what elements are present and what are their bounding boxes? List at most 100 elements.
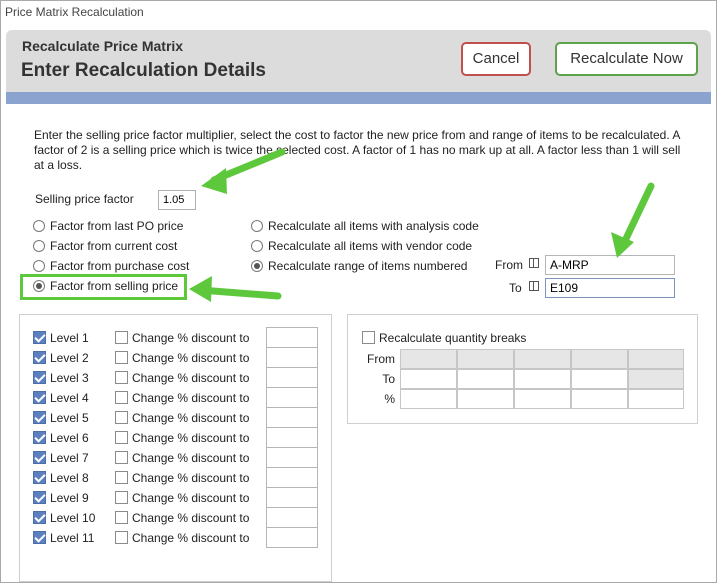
selling-price-factor-input[interactable] [158, 190, 196, 210]
range-option-radio[interactable] [251, 260, 263, 272]
level-checkbox[interactable] [33, 351, 46, 364]
cost-option-label[interactable]: Factor from last PO price [50, 219, 183, 233]
quantity-breaks-label: Recalculate quantity breaks [379, 331, 527, 345]
change-discount-checkbox[interactable] [115, 511, 128, 524]
discount-input[interactable] [266, 467, 318, 488]
cost-option-radio[interactable] [33, 240, 45, 252]
discount-input[interactable] [266, 527, 318, 548]
change-discount-label: Change % discount to [132, 451, 250, 465]
lookup-to-icon[interactable] [529, 281, 539, 291]
level-label: Level 2 [50, 351, 89, 365]
level-label: Level 3 [50, 371, 89, 385]
level-label: Level 6 [50, 431, 89, 445]
change-discount-checkbox[interactable] [115, 351, 128, 364]
level-checkbox[interactable] [33, 451, 46, 464]
change-discount-label: Change % discount to [132, 531, 250, 545]
to-label: To [509, 281, 522, 295]
level-checkbox[interactable] [33, 331, 46, 344]
level-label: Level 5 [50, 411, 89, 425]
level-checkbox[interactable] [33, 391, 46, 404]
change-discount-checkbox[interactable] [115, 491, 128, 504]
change-discount-checkbox[interactable] [115, 331, 128, 344]
level-label: Level 7 [50, 451, 89, 465]
discount-input[interactable] [266, 407, 318, 428]
range-option-label[interactable]: Recalculate range of items numbered [268, 259, 467, 273]
discount-input[interactable] [266, 347, 318, 368]
quantity-break-cell [628, 369, 684, 389]
cost-option-label[interactable]: Factor from current cost [50, 239, 177, 253]
discount-input[interactable] [266, 447, 318, 468]
cancel-button[interactable]: Cancel [461, 42, 531, 76]
change-discount-label: Change % discount to [132, 511, 250, 525]
quantity-break-cell [571, 349, 628, 369]
quantity-break-cell[interactable] [514, 369, 571, 389]
quantity-row-label: % [384, 392, 395, 406]
window-title: Price Matrix Recalculation [5, 5, 144, 19]
level-checkbox[interactable] [33, 411, 46, 424]
change-discount-label: Change % discount to [132, 491, 250, 505]
level-checkbox[interactable] [33, 491, 46, 504]
header-accent-bar [6, 92, 711, 104]
change-discount-checkbox[interactable] [115, 371, 128, 384]
discount-input[interactable] [266, 507, 318, 528]
quantity-break-cell[interactable] [400, 369, 457, 389]
change-discount-label: Change % discount to [132, 411, 250, 425]
cost-option-radio[interactable] [33, 220, 45, 232]
discount-input[interactable] [266, 427, 318, 448]
recalculate-now-button[interactable]: Recalculate Now [555, 42, 698, 76]
change-discount-checkbox[interactable] [115, 471, 128, 484]
quantity-break-cell[interactable] [514, 389, 571, 409]
quantity-breaks-checkbox[interactable] [362, 331, 375, 344]
level-checkbox[interactable] [33, 531, 46, 544]
level-label: Level 9 [50, 491, 89, 505]
selling-price-factor-label: Selling price factor [35, 192, 134, 206]
level-label: Level 11 [50, 531, 95, 545]
instructions-text: Enter the selling price factor multiplie… [34, 128, 681, 172]
range-option-label[interactable]: Recalculate all items with analysis code [268, 219, 479, 233]
discount-input[interactable] [266, 367, 318, 388]
level-label: Level 4 [50, 391, 89, 405]
selling-price-highlight-box [20, 274, 187, 300]
quantity-break-cell[interactable] [457, 369, 514, 389]
level-checkbox[interactable] [33, 371, 46, 384]
level-checkbox[interactable] [33, 511, 46, 524]
from-label: From [495, 258, 523, 272]
quantity-break-cell[interactable] [628, 389, 684, 409]
level-checkbox[interactable] [33, 471, 46, 484]
quantity-break-cell[interactable] [571, 369, 628, 389]
header-subtitle: Recalculate Price Matrix [22, 38, 184, 54]
cost-option-label[interactable]: Factor from purchase cost [50, 259, 189, 273]
change-discount-checkbox[interactable] [115, 531, 128, 544]
change-discount-checkbox[interactable] [115, 451, 128, 464]
page-title: Enter Recalculation Details [21, 60, 266, 81]
change-discount-label: Change % discount to [132, 331, 250, 345]
cost-option-radio[interactable] [33, 260, 45, 272]
quantity-row-label: To [382, 372, 395, 386]
range-option-radio[interactable] [251, 220, 263, 232]
change-discount-checkbox[interactable] [115, 411, 128, 424]
level-label: Level 1 [50, 331, 89, 345]
quantity-break-cell[interactable] [400, 389, 457, 409]
quantity-break-cell[interactable] [571, 389, 628, 409]
discount-input[interactable] [266, 387, 318, 408]
range-to-input[interactable] [545, 278, 675, 298]
quantity-break-cell [514, 349, 571, 369]
lookup-from-icon[interactable] [529, 258, 539, 268]
level-label: Level 8 [50, 471, 89, 485]
change-discount-checkbox[interactable] [115, 391, 128, 404]
quantity-break-cell[interactable] [457, 389, 514, 409]
change-discount-label: Change % discount to [132, 431, 250, 445]
change-discount-checkbox[interactable] [115, 431, 128, 444]
change-discount-label: Change % discount to [132, 471, 250, 485]
quantity-break-cell [628, 349, 684, 369]
range-from-input[interactable] [545, 255, 675, 275]
discount-input[interactable] [266, 487, 318, 508]
quantity-break-cell [457, 349, 514, 369]
level-checkbox[interactable] [33, 431, 46, 444]
quantity-break-cell [400, 349, 457, 369]
range-option-radio[interactable] [251, 240, 263, 252]
discount-input[interactable] [266, 327, 318, 348]
change-discount-label: Change % discount to [132, 391, 250, 405]
range-option-label[interactable]: Recalculate all items with vendor code [268, 239, 472, 253]
change-discount-label: Change % discount to [132, 371, 250, 385]
